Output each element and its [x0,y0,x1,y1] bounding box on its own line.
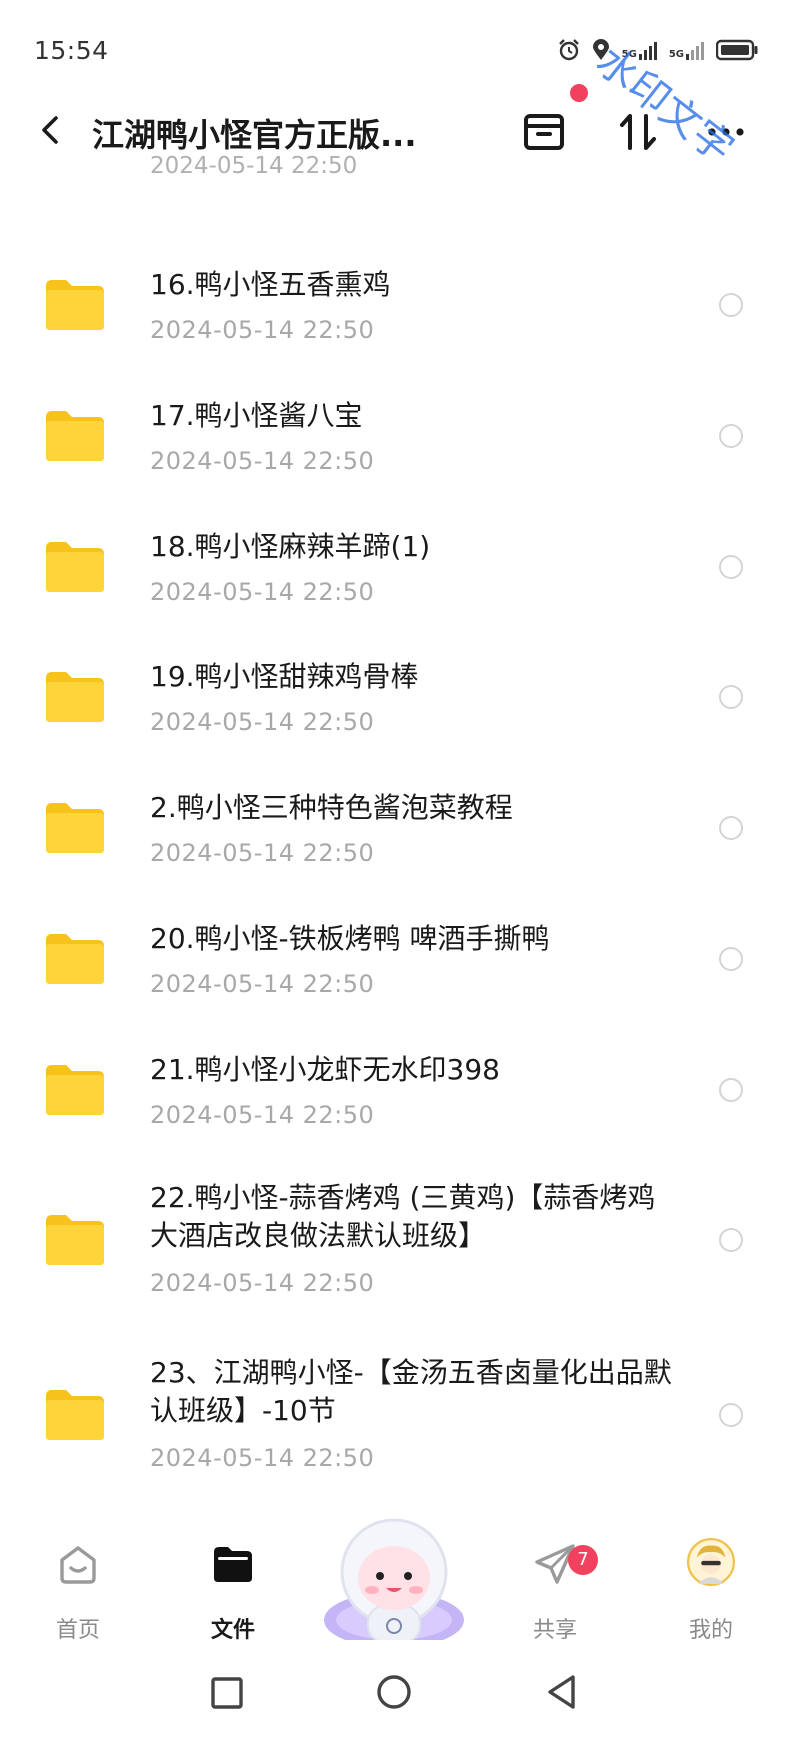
list-item[interactable]: 18.鸭小怪麻辣羊蹄(1) 2024-05-14 22:50 [0,502,790,632]
file-name: 16.鸭小怪五香熏鸡 [150,268,391,301]
notification-dot [570,84,588,102]
file-name: 22.鸭小怪-蒜香烤鸡 (三黄鸡)【蒜香烤鸡大酒店改良做法默认班级】 [150,1181,656,1252]
nav-home[interactable]: 首页 [18,1520,138,1643]
folder-icon [46,280,104,330]
signal-icon-2 [686,42,704,60]
mascot-assistant-icon[interactable] [318,1508,470,1660]
location-icon [592,39,609,60]
partial-row-date: 2024-05-14 22:50 [150,153,358,179]
file-list[interactable]: 2024-05-14 22:50 16.鸭小怪五香熏鸡 2024-05-14 2… [0,150,790,1540]
folder-icon [46,1390,104,1440]
nav-files[interactable]: 文件 [173,1520,293,1643]
battery-icon [716,39,758,61]
file-name: 18.鸭小怪麻辣羊蹄(1) [150,530,431,563]
file-date: 2024-05-14 22:50 [150,839,375,867]
file-date: 2024-05-14 22:50 [150,578,375,606]
folder-icon [46,1065,104,1115]
list-item[interactable]: 2.鸭小怪三种特色酱泡菜教程 2024-05-14 22:50 [0,763,790,893]
list-item[interactable]: 21.鸭小怪小龙虾无水印398 2024-05-14 22:50 [0,1025,790,1155]
list-item[interactable]: 23、江湖鸭小怪-【金汤五香卤量化出品默认班级】-10节 2024-05-14 … [0,1330,790,1498]
folder-icon [46,672,104,722]
select-checkbox[interactable] [719,293,743,317]
status-time: 15:54 [34,36,109,65]
signal-group-1: 5G [622,40,657,60]
list-item[interactable]: 17.鸭小怪酱八宝 2024-05-14 22:50 [0,371,790,501]
file-date: 2024-05-14 22:50 [150,316,375,344]
file-date: 2024-05-14 22:50 [150,1269,375,1297]
recent-apps-icon[interactable] [196,1662,256,1722]
folder-filled-icon [214,1547,252,1582]
list-item[interactable]: 16.鸭小怪五香熏鸡 2024-05-14 22:50 [0,240,790,370]
folder-icon [46,542,104,592]
list-item[interactable]: 20.鸭小怪-铁板烤鸭 啤酒手撕鸭 2024-05-14 22:50 [0,894,790,1024]
network-type-label-2: 5G [668,49,684,60]
file-date: 2024-05-14 22:50 [150,708,375,736]
system-nav-bar [0,1640,790,1748]
file-date: 2024-05-14 22:50 [150,447,375,475]
list-item[interactable]: 22.鸭小怪-蒜香烤鸡 (三黄鸡)【蒜香烤鸡大酒店改良做法默认班级】 2024-… [0,1155,790,1323]
nav-me[interactable]: 我的 [651,1520,771,1643]
file-name: 2.鸭小怪三种特色酱泡菜教程 [150,791,513,824]
back-triangle-icon[interactable] [532,1662,592,1722]
back-icon[interactable] [32,108,72,152]
select-checkbox[interactable] [719,1403,743,1427]
network-type-label: 5G [621,49,637,60]
home-button-icon[interactable] [364,1662,424,1722]
select-checkbox[interactable] [719,424,743,448]
home-icon [60,1546,96,1584]
select-checkbox[interactable] [719,685,743,709]
select-checkbox[interactable] [719,555,743,579]
list-item[interactable]: 19.鸭小怪甜辣鸡骨棒 2024-05-14 22:50 [0,632,790,762]
status-bar: 15:54 5G 5G [0,0,790,100]
alarm-icon [558,39,579,61]
select-checkbox[interactable] [719,947,743,971]
select-checkbox[interactable] [719,816,743,840]
file-name: 21.鸭小怪小龙虾无水印398 [150,1053,500,1086]
avatar [687,1538,735,1586]
file-name: 23、江湖鸭小怪-【金汤五香卤量化出品默认班级】-10节 [150,1356,672,1427]
file-name: 20.鸭小怪-铁板烤鸭 啤酒手撕鸭 [150,922,550,955]
select-checkbox[interactable] [719,1078,743,1102]
share-badge: 7 [568,1545,598,1575]
file-name: 17.鸭小怪酱八宝 [150,399,363,432]
status-icons: 5G 5G [558,36,758,64]
file-date: 2024-05-14 22:50 [150,1444,375,1472]
select-checkbox[interactable] [719,1228,743,1252]
nav-share[interactable]: 共享 [495,1520,615,1643]
file-date: 2024-05-14 22:50 [150,1101,375,1129]
folder-icon [46,934,104,984]
signal-icon [638,42,657,60]
file-name: 19.鸭小怪甜辣鸡骨棒 [150,660,419,693]
file-date: 2024-05-14 22:50 [150,970,375,998]
folder-icon [46,411,104,461]
signal-group-2: 5G [669,40,704,60]
folder-icon [46,1215,104,1265]
folder-icon [46,803,104,853]
